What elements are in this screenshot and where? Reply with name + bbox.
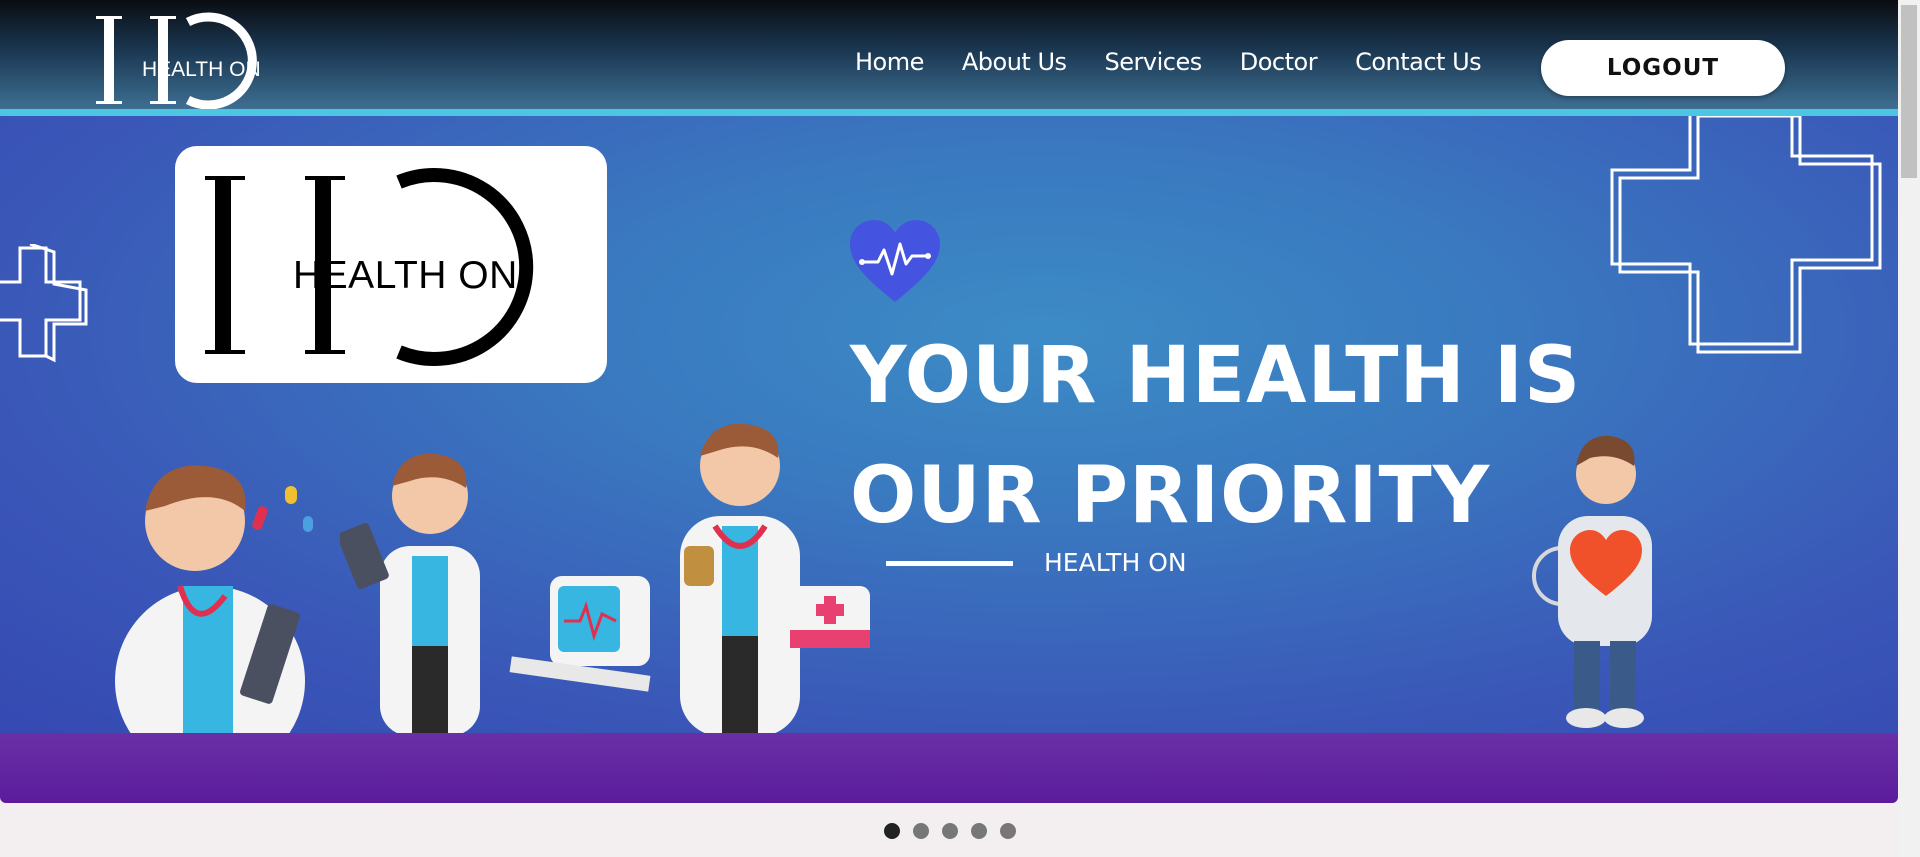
headline-line-2: OUR PRIORITY <box>850 451 1491 541</box>
carousel-dots <box>884 823 1029 839</box>
carousel-dot-1[interactable] <box>884 823 900 839</box>
carousel-dot-5[interactable] <box>1000 823 1016 839</box>
doctor-with-medkit-illustration <box>680 423 870 733</box>
main-nav: Home About Us Services Doctor Contact Us <box>855 48 1519 76</box>
site-header: HEALTH ON Home About Us Services Doctor … <box>0 0 1898 110</box>
banner-logo: HEALTH ON <box>175 146 607 383</box>
nav-services[interactable]: Services <box>1105 48 1203 76</box>
banner-logo-text: HEALTH ON <box>293 254 518 297</box>
subtitle-divider <box>886 561 1013 566</box>
carousel-dot-2[interactable] <box>913 823 929 839</box>
large-cross-outline-icon <box>1610 116 1882 354</box>
carousel-dot-4[interactable] <box>971 823 987 839</box>
logo-text: HEALTH ON <box>142 58 261 81</box>
scrollbar-thumb[interactable] <box>1901 5 1917 178</box>
doctor-with-monitor-illustration <box>340 453 651 733</box>
hero-subtitle: HEALTH ON <box>1044 548 1187 577</box>
doctor-holding-heart-illustration <box>1532 435 1652 728</box>
nav-doctor[interactable]: Doctor <box>1240 48 1318 76</box>
doctor-with-clipboard-illustration <box>115 465 313 733</box>
headline-line-1: YOUR HEALTH IS <box>850 331 1582 421</box>
carousel-dot-3[interactable] <box>942 823 958 839</box>
hero-headline: YOUR HEALTH IS OUR PRIORITY <box>850 316 1581 556</box>
cross-outline-icon <box>0 244 88 363</box>
header-accent-line <box>0 109 1898 116</box>
banner-bottom-bar <box>0 733 1898 803</box>
site-logo[interactable]: HEALTH ON <box>96 12 284 110</box>
logout-button[interactable]: LOGOUT <box>1541 40 1785 96</box>
hero-banner: HEALTH ON YOUR HEALTH IS OUR PRIORITY HE… <box>0 116 1898 733</box>
heartbeat-heart-icon <box>850 220 940 302</box>
nav-home[interactable]: Home <box>855 48 924 76</box>
page-scrollbar[interactable] <box>1898 0 1920 857</box>
nav-about-us[interactable]: About Us <box>962 48 1067 76</box>
nav-contact-us[interactable]: Contact Us <box>1355 48 1482 76</box>
